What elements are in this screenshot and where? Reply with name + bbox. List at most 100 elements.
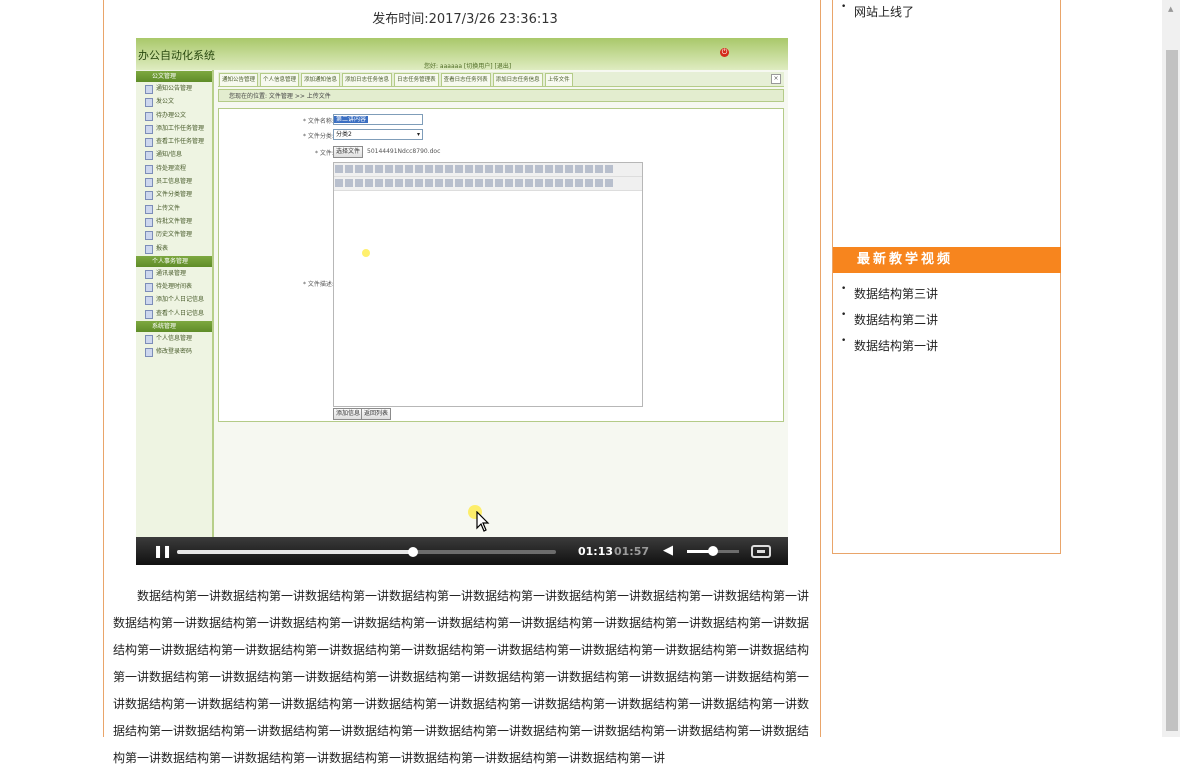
editor-tool-icon (565, 165, 573, 173)
oa-tab: 日志任务管理表 (394, 73, 439, 87)
editor-tool-icon (455, 165, 463, 173)
editor-tool-icon (555, 179, 563, 187)
editor-tool-icon (385, 165, 393, 173)
back-button: 返回列表 (361, 408, 392, 420)
oa-tab: 个人信息管理 (260, 73, 300, 87)
editor-tool-icon (425, 165, 433, 173)
editor-tool-icon (515, 179, 523, 187)
editor-tool-icon (375, 165, 383, 173)
choose-file-button: 选择文件 (333, 146, 364, 158)
editor-toolbar-row2 (334, 177, 642, 191)
editor-tool-icon (445, 179, 453, 187)
editor-tool-icon (465, 179, 473, 187)
editor-tool-icon (575, 165, 583, 173)
scroll-up-arrow-icon[interactable]: ▲ (1168, 5, 1173, 13)
upload-form-panel: * 文件名称: 第二讲内容 * 文件分类: 分类2 ▾ * 文件: 选择文件 50… (218, 108, 784, 422)
editor-tool-icon (525, 179, 533, 187)
editor-tool-icon (545, 179, 553, 187)
editor-tool-icon (605, 165, 613, 173)
editor-tool-icon (455, 179, 463, 187)
editor-tool-icon (415, 179, 423, 187)
oa-menu-group: 个人事务管理 (136, 255, 212, 267)
sidebar-box (832, 0, 1061, 554)
oa-menu-item: 待批文件管理 (136, 215, 212, 228)
editor-tool-icon (435, 165, 443, 173)
news-item[interactable]: 网站上线了 (841, 2, 914, 20)
volume-handle[interactable] (708, 546, 718, 556)
editor-tool-icon (365, 179, 373, 187)
breadcrumb: 您现在的位置: 文件管理 >> 上传文件 (218, 89, 784, 102)
editor-tool-icon (415, 165, 423, 173)
oa-menu-item: 发公文 (136, 95, 212, 108)
oa-tab: 查看日志任务列表 (440, 73, 491, 87)
oa-menu-item: 查看工作任务管理 (136, 135, 212, 148)
rich-text-editor (333, 162, 643, 407)
oa-menu-item: 待办理公文 (136, 109, 212, 122)
oa-menu-item: 报表 (136, 242, 212, 255)
editor-tool-icon (335, 179, 343, 187)
progress-fill (177, 550, 414, 554)
oa-menu-item: 查看个人日记信息 (136, 307, 212, 320)
total-time: 01:57 (614, 545, 650, 558)
oa-menu-item: 上传文件 (136, 202, 212, 215)
editor-tool-icon (345, 179, 353, 187)
close-icon: × (771, 74, 781, 84)
progress-bar[interactable] (177, 547, 556, 557)
oa-menu-item: 文件分类管理 (136, 188, 212, 201)
mouse-pointer-icon (476, 511, 490, 532)
oa-tab-bar: × 通知公告管理 个人信息管理 添加通知信息 添加日志任务信息 日志任务管理表 查看日志任… (218, 72, 784, 87)
power-icon: ⏻ (720, 48, 729, 57)
editor-tool-icon (345, 165, 353, 173)
video-player[interactable]: 办公自动化系统 您好: aaaaaa [切换用户] [退出] ⏻ 公文管理 通知公… (136, 38, 788, 565)
video-list-item[interactable]: 数据结构第三讲 (841, 284, 938, 302)
editor-tool-icon (535, 165, 543, 173)
editor-tool-icon (585, 179, 593, 187)
pause-icon[interactable]: ❚❚ (153, 544, 172, 558)
video-list-item[interactable]: 数据结构第二讲 (841, 310, 938, 328)
oa-tab: 添加通知信息 (301, 73, 341, 87)
video-list-item[interactable]: 数据结构第一讲 (841, 336, 938, 354)
volume-icon[interactable]: ◀ (663, 543, 673, 558)
file-name-label: * 文件名称: (303, 118, 334, 125)
fullscreen-button[interactable] (751, 545, 771, 558)
editor-tool-icon (405, 179, 413, 187)
editor-tool-icon (535, 179, 543, 187)
editor-tool-icon (505, 165, 513, 173)
oa-menu-item: 添加工作任务管理 (136, 122, 212, 135)
oa-menu-item: 历史文件管理 (136, 228, 212, 241)
editor-tool-icon (405, 165, 413, 173)
editor-tool-icon (515, 165, 523, 173)
oa-menu-group: 系统管理 (136, 321, 212, 333)
oa-tab: 上传文件 (544, 73, 573, 87)
oa-menu-item: 员工信息管理 (136, 175, 212, 188)
oa-user-info: 您好: aaaaaa [切换用户] [退出] (424, 63, 512, 70)
editor-tool-icon (595, 165, 603, 173)
content-label: * 文件描述: (303, 281, 334, 288)
editor-tool-icon (485, 179, 493, 187)
editor-tool-icon (395, 165, 403, 173)
editor-toolbar-row1 (334, 163, 642, 177)
editor-tool-icon (445, 165, 453, 173)
oa-menu-item: 添加个人日记信息 (136, 293, 212, 306)
article-body: 数据结构第一讲数据结构第一讲数据结构第一讲数据结构第一讲数据结构第一讲数据结构第… (113, 589, 810, 765)
editor-tool-icon (595, 179, 603, 187)
oa-menu-group: 公文管理 (136, 71, 212, 82)
oa-menu-item: 个人信息管理 (136, 332, 212, 345)
editor-tool-icon (605, 179, 613, 187)
oa-sidebar: 公文管理 通知公告管理 发公文 待办理公文 添加工作任务管理 查看工作任务管理 通知/信息待… (136, 70, 214, 565)
editor-tool-icon (335, 165, 343, 173)
editor-tool-icon (545, 165, 553, 173)
oa-menu-item: 通讯录管理 (136, 267, 212, 280)
publish-time: 发布时间:2017/3/26 23:36:13 (372, 12, 558, 27)
editor-tool-icon (435, 179, 443, 187)
oa-header: 办公自动化系统 您好: aaaaaa [切换用户] [退出] ⏻ (136, 38, 788, 70)
volume-slider[interactable] (687, 546, 739, 556)
editor-tool-icon (425, 179, 433, 187)
editor-tool-icon (525, 165, 533, 173)
editor-tool-icon (475, 179, 483, 187)
editor-tool-icon (495, 179, 503, 187)
file-type-label: * 文件分类: (303, 133, 334, 140)
file-label: * 文件: (315, 150, 334, 157)
scrollbar-thumb[interactable] (1166, 50, 1178, 731)
oa-tab: 添加日志任务信息 (342, 73, 393, 87)
